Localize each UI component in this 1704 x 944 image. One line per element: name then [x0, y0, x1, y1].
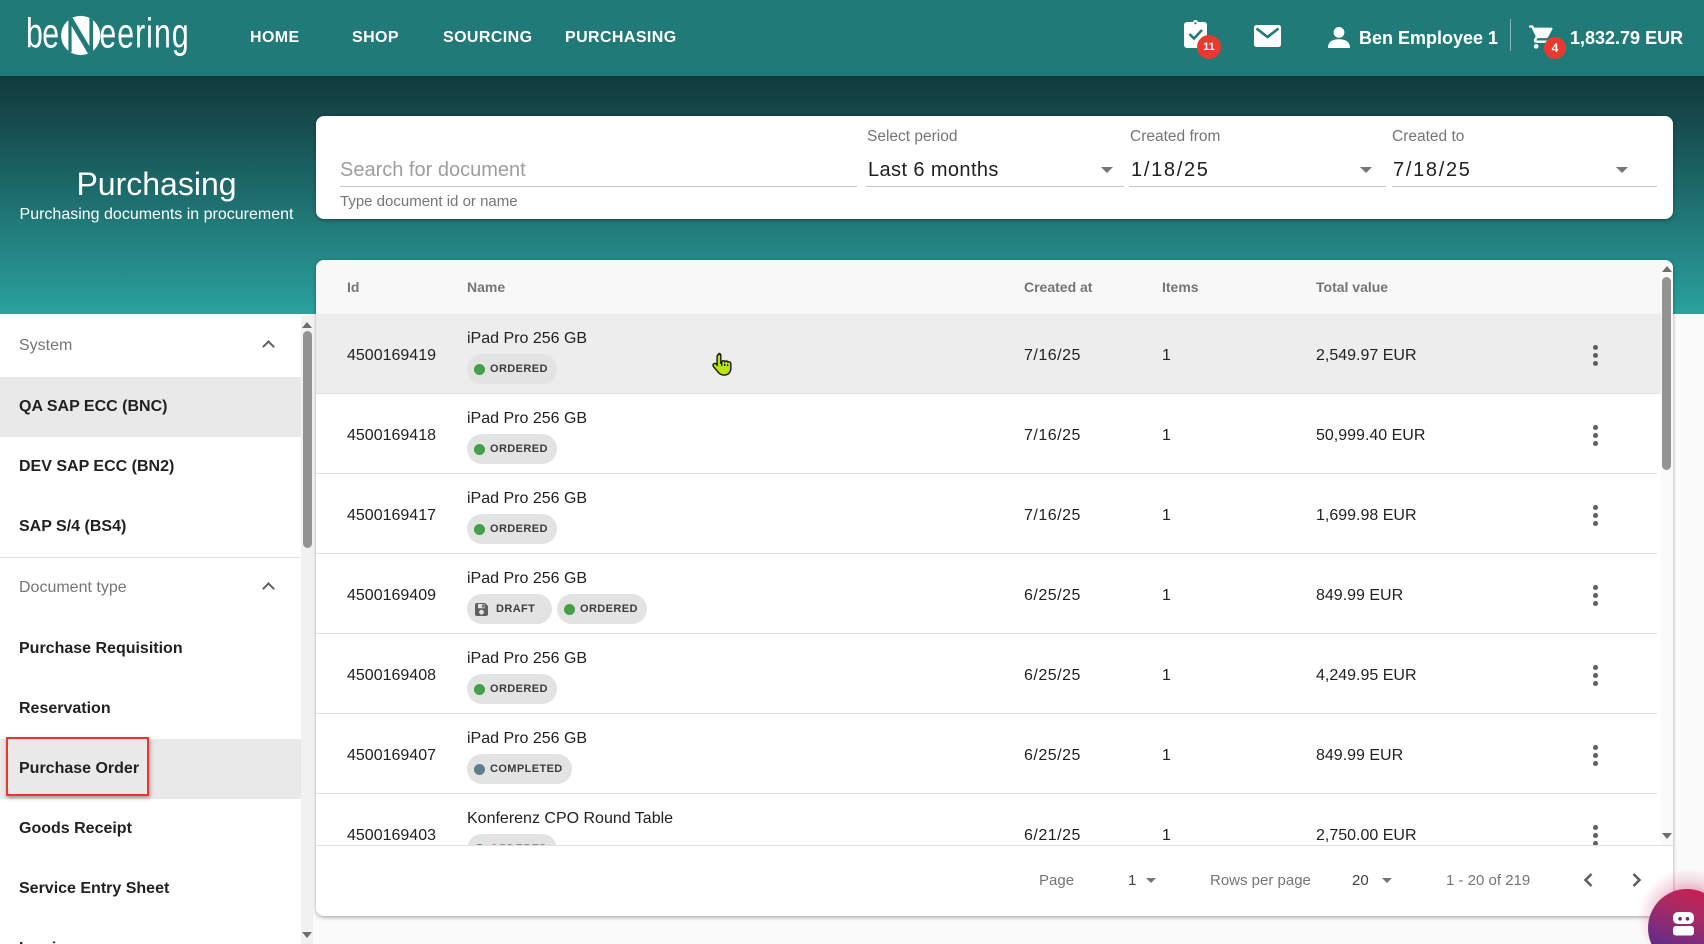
svg-text:be: be	[26, 10, 59, 57]
svg-text:eering: eering	[99, 10, 188, 57]
